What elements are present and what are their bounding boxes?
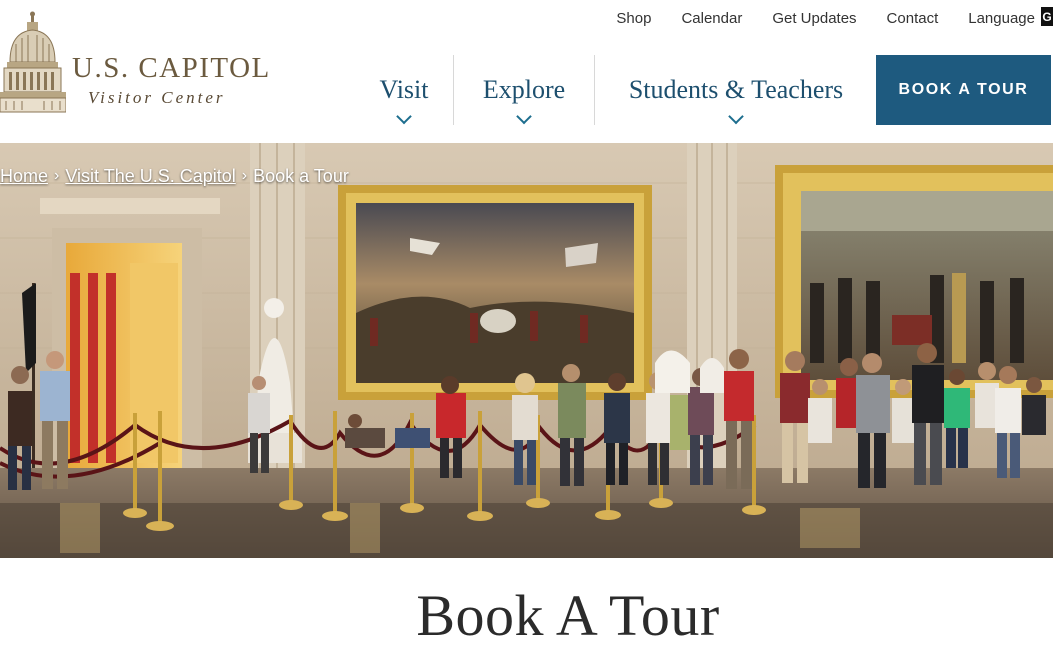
breadcrumb: Home › Visit The U.S. Capitol › Book a T… (0, 165, 349, 187)
nav-label-explore: Explore (482, 75, 566, 104)
hero-banner: Home › Visit The U.S. Capitol › Book a T… (0, 143, 1053, 558)
site-header: Shop Calendar Get Updates Contact Langua… (0, 0, 1053, 143)
hero-image (0, 143, 1053, 558)
logo-title: U.S. CAPITOL (72, 52, 271, 84)
breadcrumb-current: Book a Tour (253, 165, 349, 186)
breadcrumb-visit-capitol-link[interactable]: Visit The U.S. Capitol (65, 166, 235, 187)
book-a-tour-button[interactable]: BOOK A TOUR (876, 55, 1051, 125)
capitol-dome-icon (0, 11, 66, 113)
language-selector[interactable]: Language (968, 10, 1035, 27)
nav-label-students-teachers: Students & Teachers (628, 75, 844, 104)
google-translate-icon[interactable]: G (1041, 7, 1053, 26)
chevron-down-icon (516, 108, 532, 125)
utility-link-get-updates[interactable]: Get Updates (772, 10, 856, 27)
nav-label-visit: Visit (379, 75, 429, 104)
chevron-down-icon (396, 108, 412, 125)
nav-item-explore[interactable]: Explore (454, 55, 594, 125)
logo-subtitle: Visitor Center (88, 88, 226, 107)
breadcrumb-separator: › (241, 167, 248, 184)
utility-nav: Shop Calendar Get Updates Contact Langua… (616, 0, 1053, 36)
nav-item-students-teachers[interactable]: Students & Teachers (595, 55, 877, 125)
main-nav: Visit Explore Students & Teachers (355, 55, 877, 125)
utility-link-shop[interactable]: Shop (616, 10, 651, 27)
nav-item-visit[interactable]: Visit (355, 55, 453, 125)
breadcrumb-home-link[interactable]: Home (0, 166, 48, 187)
chevron-down-icon (728, 108, 744, 125)
utility-link-calendar[interactable]: Calendar (681, 10, 742, 27)
site-logo[interactable]: U.S. CAPITOL Visitor Center (0, 8, 269, 116)
breadcrumb-separator: › (54, 167, 60, 184)
utility-link-contact[interactable]: Contact (887, 10, 939, 27)
page-title: Book A Tour (416, 583, 720, 648)
